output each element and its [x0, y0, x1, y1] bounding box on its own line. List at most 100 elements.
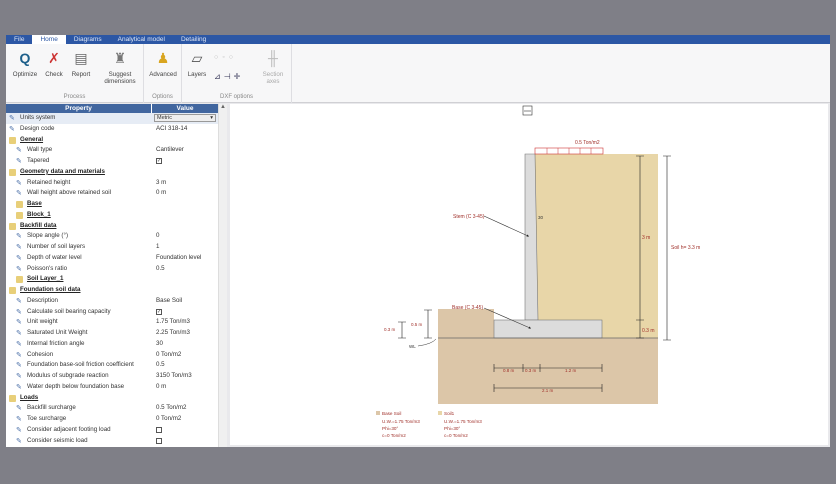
property-row[interactable]: General — [6, 135, 218, 146]
property-name: Saturated Unit Weight — [27, 329, 88, 336]
property-row[interactable]: ✎ Description Base Soil — [6, 296, 218, 307]
checkbox[interactable] — [156, 437, 162, 444]
property-value[interactable]: 0 m — [156, 382, 166, 393]
property-name: Design code — [20, 124, 55, 132]
dxf-align-icons[interactable]: ⊿⊣✛ — [214, 72, 243, 81]
edit-icon: ✎ — [16, 244, 22, 251]
property-row[interactable]: Loads — [6, 393, 218, 404]
property-row[interactable]: Foundation soil data — [6, 285, 218, 296]
property-value[interactable]: Base Soil — [156, 296, 182, 307]
units-dropdown[interactable]: Metric ▾ — [154, 114, 216, 122]
folder-icon — [16, 276, 23, 284]
drawing-canvas[interactable]: 0.5 Ton/m2 30 Stem (C 3-45) Base (C 3-45… — [230, 104, 828, 445]
property-row[interactable]: ✎ Poisson's ratio 0.5 — [6, 264, 218, 275]
property-row[interactable]: ✎ Tapered ✓ — [6, 156, 218, 167]
property-value[interactable]: 0.5 — [156, 264, 165, 275]
edit-icon: ✎ — [16, 426, 22, 434]
property-value[interactable]: 0 Ton/m2 — [156, 414, 181, 425]
property-row[interactable]: ✎ Internal friction angle 30 — [6, 339, 218, 350]
checkbox[interactable] — [156, 426, 162, 433]
property-row[interactable]: ✎ Unit weight 1.75 Ton/m3 — [6, 317, 218, 328]
tab-home[interactable]: Home — [32, 35, 66, 44]
property-name: Slope angle (°) — [27, 232, 68, 240]
suggest-dimensions-button[interactable]: ♜ Suggest dimensions — [100, 50, 140, 85]
property-value[interactable]: 1.75 Ton/m3 — [156, 317, 190, 328]
property-value[interactable]: 0 m — [156, 188, 166, 199]
property-value[interactable]: Foundation level — [156, 253, 201, 264]
property-row[interactable]: ✎ Toe surcharge 0 Ton/m2 — [6, 414, 218, 425]
check-button[interactable]: ✗ Check — [42, 50, 66, 78]
property-row[interactable]: ✎ Design code ACI 318-14 — [6, 124, 218, 135]
advanced-button[interactable]: ♟ Advanced — [146, 50, 180, 78]
property-row[interactable]: Block_1 — [6, 210, 218, 221]
property-row[interactable]: Soil Layer_1 — [6, 274, 218, 285]
property-value[interactable]: 0.5 Ton/m2 — [156, 403, 187, 414]
stem-label: Stem (C 3-45) — [453, 214, 485, 220]
property-row[interactable]: ✎ Modulus of subgrade reaction 3150 Ton/m3 — [6, 371, 218, 382]
property-row[interactable]: ✎ Consider seismic load — [6, 436, 218, 447]
property-row[interactable]: ✎ Units system Metric ▾ — [6, 113, 218, 124]
property-value[interactable]: 30 — [156, 339, 163, 350]
property-row[interactable]: ✎ Wall height above retained soil 0 m — [6, 188, 218, 199]
property-row[interactable]: ✎ Depth of water level Foundation level — [6, 253, 218, 264]
scroll-up-icon[interactable]: ▲ — [219, 104, 227, 110]
property-value[interactable]: 0.5 — [156, 360, 165, 371]
soil-height-label: Soil h= 3.3 m — [671, 245, 700, 251]
property-name: Tapered — [27, 157, 50, 164]
property-row[interactable]: ✎ Backfill surcharge 0.5 Ton/m2 — [6, 403, 218, 414]
property-value[interactable]: 3 m — [156, 178, 166, 189]
section-axes-button[interactable]: ╫ Section axes — [258, 50, 288, 85]
report-button[interactable]: ▤ Report — [68, 50, 94, 78]
property-row[interactable]: ✎ Saturated Unit Weight 2.25 Ton/m3 — [6, 328, 218, 339]
edit-icon: ✎ — [16, 308, 22, 316]
property-value[interactable]: 0 Ton/m2 — [156, 350, 181, 361]
edit-icon: ✎ — [9, 115, 15, 122]
dxf-group-label: DXF options — [219, 94, 253, 100]
property-value[interactable]: 3150 Ton/m3 — [156, 371, 192, 382]
base-thickness-label: 0.3 m — [642, 328, 655, 334]
property-row[interactable]: ✎ Cohesion 0 Ton/m2 — [6, 350, 218, 361]
stem-slope-label: 30 — [538, 215, 544, 220]
property-grid: Property Value ✎ Units system Metric ▾ ✎ Desi… — [6, 104, 218, 447]
property-value[interactable]: 0 — [156, 231, 159, 242]
property-row[interactable]: ✎ Calculate soil bearing capacity ✓ — [6, 307, 218, 318]
property-row[interactable]: ✎ Wall type Cantilever — [6, 145, 218, 156]
edit-icon: ✎ — [16, 437, 22, 445]
svg-text:U.W.=1.75 Ton/m3: U.W.=1.75 Ton/m3 — [382, 419, 420, 424]
optimize-icon: Q — [19, 50, 31, 66]
property-value[interactable]: 2.25 Ton/m3 — [156, 328, 190, 339]
property-value[interactable]: 1 — [156, 242, 159, 253]
property-name: Foundation soil data — [20, 286, 81, 293]
property-name: Internal friction angle — [27, 339, 85, 347]
property-row[interactable]: ✎ Number of soil layers 1 — [6, 242, 218, 253]
tab-detailing[interactable]: Detailing — [173, 35, 214, 44]
checkbox[interactable]: ✓ — [156, 158, 162, 164]
property-row[interactable]: ✎ Foundation base-soil friction coefficie… — [6, 360, 218, 371]
tab-analytical-model[interactable]: Analytical model — [110, 35, 173, 44]
tab-diagrams[interactable]: Diagrams — [66, 35, 110, 44]
options-group-label: Options — [152, 94, 173, 100]
edit-icon: ✎ — [16, 319, 22, 327]
property-row[interactable]: Base — [6, 199, 218, 210]
property-row[interactable]: Geometry data and materials — [6, 167, 218, 178]
property-name: Consider adjacent footing load — [27, 425, 111, 433]
section-axes-icon: ╫ — [268, 50, 278, 66]
property-row[interactable]: ✎ Consider adjacent footing load — [6, 425, 218, 436]
property-name: Base — [27, 200, 42, 207]
edit-icon: ✎ — [16, 147, 22, 155]
optimize-button[interactable]: Q Optimize — [10, 50, 40, 78]
property-row[interactable]: ✎ Water depth below foundation base 0 m — [6, 382, 218, 393]
property-row[interactable]: Backfill data — [6, 221, 218, 232]
folder-icon — [16, 211, 23, 219]
tab-file[interactable]: File — [6, 35, 32, 44]
property-row[interactable]: ✎ Slope angle (°) 0 — [6, 231, 218, 242]
advanced-icon: ♟ — [156, 50, 170, 66]
layers-button[interactable]: ▱ Layers — [184, 50, 210, 78]
property-value[interactable]: ACI 318-14 — [156, 124, 187, 135]
property-row[interactable]: ✎ Retained height 3 m — [6, 178, 218, 189]
property-name: Modulus of subgrade reaction — [27, 372, 109, 379]
property-value[interactable]: Cantilever — [156, 145, 184, 156]
toe-h2-label: 0.5 m — [411, 322, 423, 327]
checkbox[interactable]: ✓ — [156, 308, 162, 315]
property-scrollbar[interactable]: ▲ — [218, 104, 227, 447]
